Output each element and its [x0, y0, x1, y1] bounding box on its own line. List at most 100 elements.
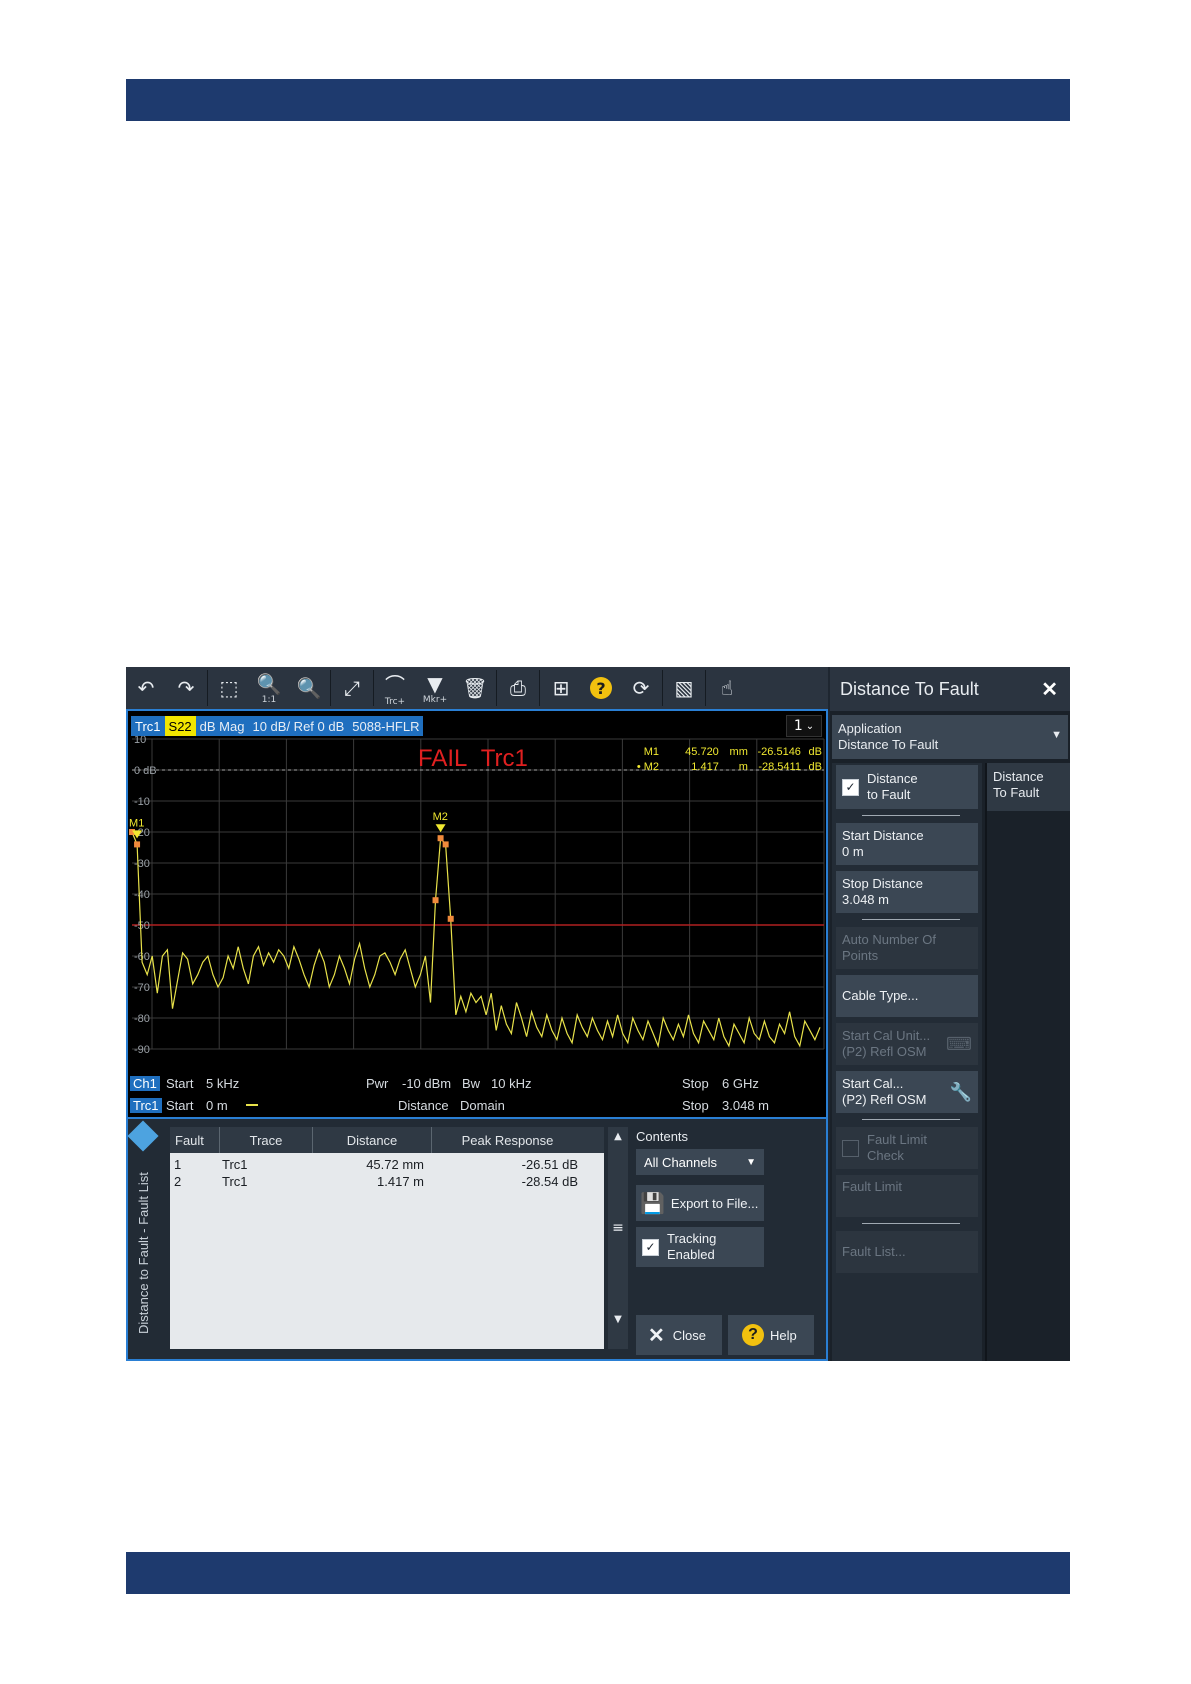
- column-header[interactable]: Trace: [220, 1127, 313, 1153]
- marker-x: 1.417: [691, 761, 719, 773]
- fault-limit-label: Fault Limit: [842, 1179, 902, 1194]
- column-header[interactable]: Distance: [313, 1127, 432, 1153]
- redo-button[interactable]: ↷: [166, 670, 206, 706]
- separator: [862, 1119, 960, 1120]
- column-header[interactable]: Fault: [170, 1127, 220, 1153]
- scroll-grip-icon[interactable]: ≡: [608, 1220, 628, 1236]
- cal-unit-icon: ⌨: [946, 1034, 972, 1054]
- y-tick-label: 0 dB: [134, 765, 157, 777]
- tracking-enabled-checkbox[interactable]: ✓ Tracking Enabled: [636, 1227, 764, 1267]
- channel-info-bar[interactable]: Ch1 Start 5 kHz Pwr -10 dBm Bw 10 kHz St…: [130, 1073, 824, 1093]
- auto-number-of-points-button[interactable]: Auto Number Of Points: [836, 927, 978, 969]
- checkbox-checked-icon: ✓: [642, 1238, 659, 1256]
- start-cal-button[interactable]: Start Cal... (P2) Refl OSM 🔧: [836, 1071, 978, 1113]
- softtool-panel: Distance To Fault ✕ Application Distance…: [830, 667, 1070, 1361]
- toolbar: ↶ ↷ ⬚ 🔍 1:1 🔍 ⤢ ⌒ Trc+ ▼ Mkr+ 🗑 ⎙ ⊞? ⟳ ▧ ☝: [126, 667, 828, 709]
- display-button[interactable]: ▧: [664, 670, 704, 706]
- zoom-select-button[interactable]: ⬚: [209, 670, 249, 706]
- trace-domain-bar[interactable]: Trc1 Start 0 m Distance Domain Stop 3.04…: [130, 1095, 824, 1115]
- start-cal-unit-button[interactable]: Start Cal Unit... (P2) Refl OSM ⌨: [836, 1023, 978, 1065]
- add-trace-button[interactable]: ⌒ Trc+: [375, 670, 415, 707]
- help-button[interactable]: ?: [581, 670, 621, 706]
- close-button[interactable]: ✕ Close: [636, 1315, 722, 1355]
- power-value[interactable]: -10 dBm: [402, 1076, 451, 1091]
- cable-type-label: Cable Type...: [842, 988, 919, 1003]
- add-marker-button[interactable]: ▼ Mkr+: [415, 670, 455, 706]
- zoom-reset-button[interactable]: 🔍 1:1: [249, 670, 289, 706]
- delete-button[interactable]: 🗑: [455, 670, 495, 706]
- channel-selector[interactable]: 1 ⌄: [786, 715, 822, 737]
- trace-tag[interactable]: Trc1: [130, 1097, 162, 1113]
- touch-button[interactable]: ☝: [707, 670, 747, 706]
- marker-xunit: mm: [729, 746, 748, 758]
- export-to-file-button[interactable]: 💾 Export to File...: [636, 1185, 764, 1221]
- trace-start-value[interactable]: 0 m: [206, 1098, 228, 1113]
- stop-distance-button[interactable]: Stop Distance 3.048 m: [836, 871, 978, 913]
- auto-points-line2: Points: [842, 948, 879, 963]
- fault-table[interactable]: Fault Trace Distance Peak Response 1 Trc…: [170, 1127, 604, 1349]
- trace-start-label: Start: [166, 1097, 194, 1113]
- auto-points-line1: Auto Number Of: [842, 932, 936, 947]
- scroll-up-icon[interactable]: ▲: [608, 1131, 628, 1142]
- trace-info-bar[interactable]: Trc1 S22 dB Mag 10 dB/ Ref 0 dB 5088-HFL…: [131, 716, 424, 736]
- distance-to-fault-toggle[interactable]: ✓ Distance to Fault: [836, 765, 978, 809]
- contents-dropdown[interactable]: All Channels ▼: [636, 1149, 764, 1175]
- tab-distance-to-fault[interactable]: Distance To Fault: [987, 763, 1070, 811]
- help-button[interactable]: ? Help: [728, 1315, 814, 1355]
- fault-cell: 2: [174, 1174, 182, 1189]
- start-distance-button[interactable]: Start Distance 0 m: [836, 823, 978, 865]
- trace-calkit[interactable]: 5088-HFLR: [348, 716, 424, 736]
- table-row[interactable]: 2 Trc1 1.417 m -28.54 dB: [170, 1173, 604, 1190]
- tracking-label-line1: Tracking: [667, 1231, 717, 1246]
- trace-scale[interactable]: 10 dB/ Ref 0 dB: [248, 716, 349, 736]
- trace-name[interactable]: Trc1: [131, 716, 165, 736]
- tab-label-line2: To Fault: [993, 785, 1040, 800]
- zoom-settings-button[interactable]: 🔍: [289, 670, 329, 706]
- close-icon: ✕: [648, 1324, 665, 1347]
- refresh-button[interactable]: ⟳: [621, 670, 661, 706]
- fail-trace-text: Trc1: [480, 745, 528, 772]
- trace-format[interactable]: dB Mag: [195, 716, 249, 736]
- scroll-down-icon[interactable]: ▼: [608, 1314, 628, 1325]
- softkey-column: ✓ Distance to Fault Start Distance 0 m Sto…: [832, 763, 982, 1361]
- bandwidth-value[interactable]: 10 kHz: [491, 1076, 531, 1091]
- diagram-area[interactable]: 10 0 dB -10 -20 -30 -40 -50 -60 -70 -80 -90 M1 M2 Tr…: [126, 709, 828, 1119]
- fault-limit-button[interactable]: Fault Limit: [836, 1175, 978, 1217]
- fault-list-button[interactable]: Fault List...: [836, 1231, 978, 1273]
- channel-tag[interactable]: Ch1: [130, 1075, 160, 1091]
- fault-limit-check-toggle[interactable]: Fault Limit Check: [836, 1127, 978, 1169]
- header-band: [126, 79, 1070, 121]
- peak-cell: -28.54 dB: [521, 1174, 578, 1189]
- column-header[interactable]: Peak Response: [432, 1127, 583, 1153]
- cable-type-button[interactable]: Cable Type...: [836, 975, 978, 1017]
- application-selector[interactable]: Application Distance To Fault ▼: [832, 715, 1068, 759]
- start-value[interactable]: 5 kHz: [206, 1076, 239, 1091]
- dropdown-arrow-icon: ▼: [746, 1156, 756, 1168]
- limit-violation-point: [432, 897, 439, 904]
- fullscreen-button[interactable]: ⤢: [332, 670, 372, 706]
- help-icon: ?: [742, 1324, 764, 1346]
- fault-list-label: Fault List...: [842, 1244, 906, 1259]
- marker-info-row[interactable]: M1 45.720 mm -26.5146 dB: [637, 745, 822, 760]
- table-scrollbar[interactable]: ▲ ≡ ▼: [608, 1127, 628, 1349]
- windows-icon: ⊞: [552, 676, 570, 700]
- stop-label: Stop: [682, 1075, 709, 1091]
- print-button[interactable]: ⎙: [498, 670, 538, 706]
- trace-param[interactable]: S22: [164, 716, 196, 736]
- marker-yunit: dB: [808, 761, 822, 773]
- vna-window: ↶ ↷ ⬚ 🔍 1:1 🔍 ⤢ ⌒ Trc+ ▼ Mkr+ 🗑 ⎙ ⊞? ⟳ ▧ ☝ 10 0 dB -10 -20-…: [126, 667, 1070, 1361]
- marker-y: -26.5146: [757, 746, 801, 758]
- marker-info[interactable]: M1 45.720 mm -26.5146 dB • M2 1.417 m -2…: [637, 745, 822, 775]
- marker-info-row[interactable]: • M2 1.417 m -28.5411 dB: [637, 760, 822, 775]
- limit-fail-indicator: FAIL Trc1: [418, 745, 528, 773]
- close-icon[interactable]: ✕: [1041, 677, 1058, 702]
- undo-button[interactable]: ↶: [126, 670, 166, 706]
- stop-value[interactable]: 6 GHz: [722, 1076, 759, 1091]
- y-tick-label: -50: [134, 920, 150, 932]
- distance-cell: 45.72 mm: [366, 1157, 424, 1172]
- trace-stop-value[interactable]: 3.048 m: [722, 1098, 769, 1113]
- windows-button[interactable]: ⊞: [541, 670, 581, 706]
- table-row[interactable]: 1 Trc1 45.72 mm -26.51 dB: [170, 1156, 604, 1173]
- y-tick-label: -70: [134, 982, 150, 994]
- trace-line[interactable]: [131, 831, 821, 1049]
